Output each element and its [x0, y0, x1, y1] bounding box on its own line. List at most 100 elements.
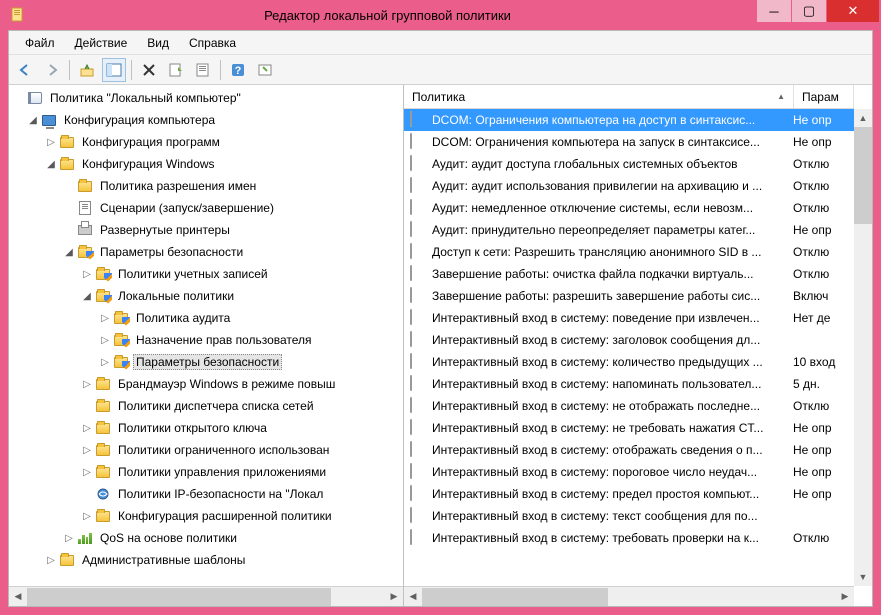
folder-icon	[77, 178, 93, 194]
policy-name: Доступ к сети: Разрешить трансляцию анон…	[432, 245, 793, 259]
list-row[interactable]: Интерактивный вход в систему: заголовок …	[404, 329, 854, 351]
expander-icon[interactable]	[81, 510, 93, 522]
tree-item[interactable]: Политики управления приложениями	[9, 461, 403, 483]
scroll-right-icon[interactable]: ▶	[385, 588, 403, 606]
list-row[interactable]: Аудит: принудительно переопределяет пара…	[404, 219, 854, 241]
expander-icon[interactable]	[45, 136, 57, 148]
tree-item[interactable]: Политики диспетчера списка сетей	[9, 395, 403, 417]
tree-item[interactable]: Локальные политики	[9, 285, 403, 307]
expander-icon[interactable]	[63, 532, 75, 544]
list-row[interactable]: Аудит: аудит использования привилегии на…	[404, 175, 854, 197]
list-row[interactable]: Интерактивный вход в систему: требовать …	[404, 527, 854, 549]
list-row[interactable]: Интерактивный вход в систему: поведение …	[404, 307, 854, 329]
expander-icon[interactable]	[81, 466, 93, 478]
list-row[interactable]: Интерактивный вход в систему: предел про…	[404, 483, 854, 505]
list-row[interactable]: Завершение работы: разрешить завершение …	[404, 285, 854, 307]
expander-icon[interactable]	[81, 290, 93, 302]
policy-item-icon	[410, 376, 426, 392]
expander-icon[interactable]	[63, 246, 75, 258]
column-header-param[interactable]: Парам	[794, 85, 854, 108]
scroll-down-icon[interactable]: ▼	[854, 568, 872, 586]
menu-action[interactable]: Действие	[65, 33, 138, 53]
menu-view[interactable]: Вид	[137, 33, 179, 53]
list-row[interactable]: Интерактивный вход в систему: не отображ…	[404, 395, 854, 417]
tree-item-selected[interactable]: Параметры безопасности	[9, 351, 403, 373]
tree-item[interactable]: Конфигурация расширенной политики	[9, 505, 403, 527]
tree-item[interactable]: QoS на основе политики	[9, 527, 403, 549]
expander-icon[interactable]	[45, 554, 57, 566]
tree-item[interactable]: Политика разрешения имен	[9, 175, 403, 197]
list-row[interactable]: Интерактивный вход в систему: отображать…	[404, 439, 854, 461]
list-vscrollbar[interactable]: ▲ ▼	[854, 109, 872, 586]
tree-view[interactable]: Политика "Локальный компьютер" Конфигура…	[9, 85, 403, 586]
show-tree-button[interactable]	[102, 58, 126, 82]
forward-button[interactable]	[40, 58, 64, 82]
folder-icon	[95, 464, 111, 480]
expander-icon[interactable]	[99, 312, 111, 324]
help-button[interactable]: ?	[226, 58, 250, 82]
tree-item[interactable]: Политики открытого ключа	[9, 417, 403, 439]
list-row[interactable]: DCOM: Ограничения компьютера на запуск в…	[404, 131, 854, 153]
scroll-left-icon[interactable]: ◀	[404, 588, 422, 606]
maximize-button[interactable]: ▢	[792, 0, 826, 22]
scroll-up-icon[interactable]: ▲	[854, 109, 872, 127]
tree-item[interactable]: Назначение прав пользователя	[9, 329, 403, 351]
tree-item[interactable]: Конфигурация компьютера	[9, 109, 403, 131]
minimize-button[interactable]: ─	[757, 0, 791, 22]
scroll-thumb[interactable]	[422, 588, 608, 606]
folder-icon	[59, 552, 75, 568]
close-button[interactable]: ✕	[827, 0, 879, 22]
back-button[interactable]	[13, 58, 37, 82]
list-row[interactable]: DCOM: Ограничения компьютера на доступ в…	[404, 109, 854, 131]
list-row[interactable]: Интерактивный вход в систему: напоминать…	[404, 373, 854, 395]
list-row[interactable]: Интерактивный вход в систему: пороговое …	[404, 461, 854, 483]
tree-item[interactable]: Политики ограниченного использован	[9, 439, 403, 461]
export-button[interactable]	[164, 58, 188, 82]
expander-icon[interactable]	[81, 422, 93, 434]
scroll-track[interactable]	[854, 127, 872, 568]
up-button[interactable]	[75, 58, 99, 82]
tree-hscrollbar[interactable]: ◀ ▶	[9, 586, 403, 606]
delete-button[interactable]	[137, 58, 161, 82]
tree-root[interactable]: Политика "Локальный компьютер"	[9, 87, 403, 109]
column-header-policy[interactable]: Политика▲	[404, 85, 794, 108]
properties-button[interactable]	[191, 58, 215, 82]
list-row[interactable]: Интерактивный вход в систему: текст сооб…	[404, 505, 854, 527]
expander-icon[interactable]	[81, 378, 93, 390]
list-body[interactable]: DCOM: Ограничения компьютера на доступ в…	[404, 109, 854, 586]
scroll-track[interactable]	[27, 588, 385, 606]
tree-item[interactable]: Брандмауэр Windows в режиме повыш	[9, 373, 403, 395]
title-bar: Редактор локальной групповой политики ─ …	[0, 0, 881, 30]
list-row[interactable]: Аудит: аудит доступа глобальных системны…	[404, 153, 854, 175]
tree-item[interactable]: Сценарии (запуск/завершение)	[9, 197, 403, 219]
scroll-thumb[interactable]	[27, 588, 331, 606]
list-row[interactable]: Интерактивный вход в систему: не требова…	[404, 417, 854, 439]
list-row[interactable]: Интерактивный вход в систему: количество…	[404, 351, 854, 373]
tree-item[interactable]: Политики учетных записей	[9, 263, 403, 285]
expander-icon[interactable]	[45, 158, 57, 170]
expander-icon[interactable]	[99, 356, 111, 368]
expander-icon[interactable]	[81, 268, 93, 280]
list-hscrollbar[interactable]: ◀ ▶	[404, 586, 854, 606]
expander-icon[interactable]	[81, 444, 93, 456]
tree-item[interactable]: Развернутые принтеры	[9, 219, 403, 241]
tree-item[interactable]: Административные шаблоны	[9, 549, 403, 571]
filter-button[interactable]	[253, 58, 277, 82]
expander-icon[interactable]	[27, 114, 39, 126]
scroll-track[interactable]	[422, 588, 836, 606]
expander-icon[interactable]	[99, 334, 111, 346]
tree-item[interactable]: Политики IP-безопасности на "Локал	[9, 483, 403, 505]
scroll-right-icon[interactable]: ▶	[836, 588, 854, 606]
tree-item[interactable]: Конфигурация программ	[9, 131, 403, 153]
menu-file[interactable]: Файл	[15, 33, 65, 53]
tree-item[interactable]: Параметры безопасности	[9, 241, 403, 263]
scroll-left-icon[interactable]: ◀	[9, 588, 27, 606]
tree-item[interactable]: Конфигурация Windows	[9, 153, 403, 175]
menu-help[interactable]: Справка	[179, 33, 246, 53]
list-row[interactable]: Аудит: немедленное отключение системы, е…	[404, 197, 854, 219]
tree-pane: Политика "Локальный компьютер" Конфигура…	[9, 85, 404, 606]
list-row[interactable]: Завершение работы: очистка файла подкачк…	[404, 263, 854, 285]
list-row[interactable]: Доступ к сети: Разрешить трансляцию анон…	[404, 241, 854, 263]
tree-item[interactable]: Политика аудита	[9, 307, 403, 329]
scroll-thumb[interactable]	[854, 127, 872, 224]
